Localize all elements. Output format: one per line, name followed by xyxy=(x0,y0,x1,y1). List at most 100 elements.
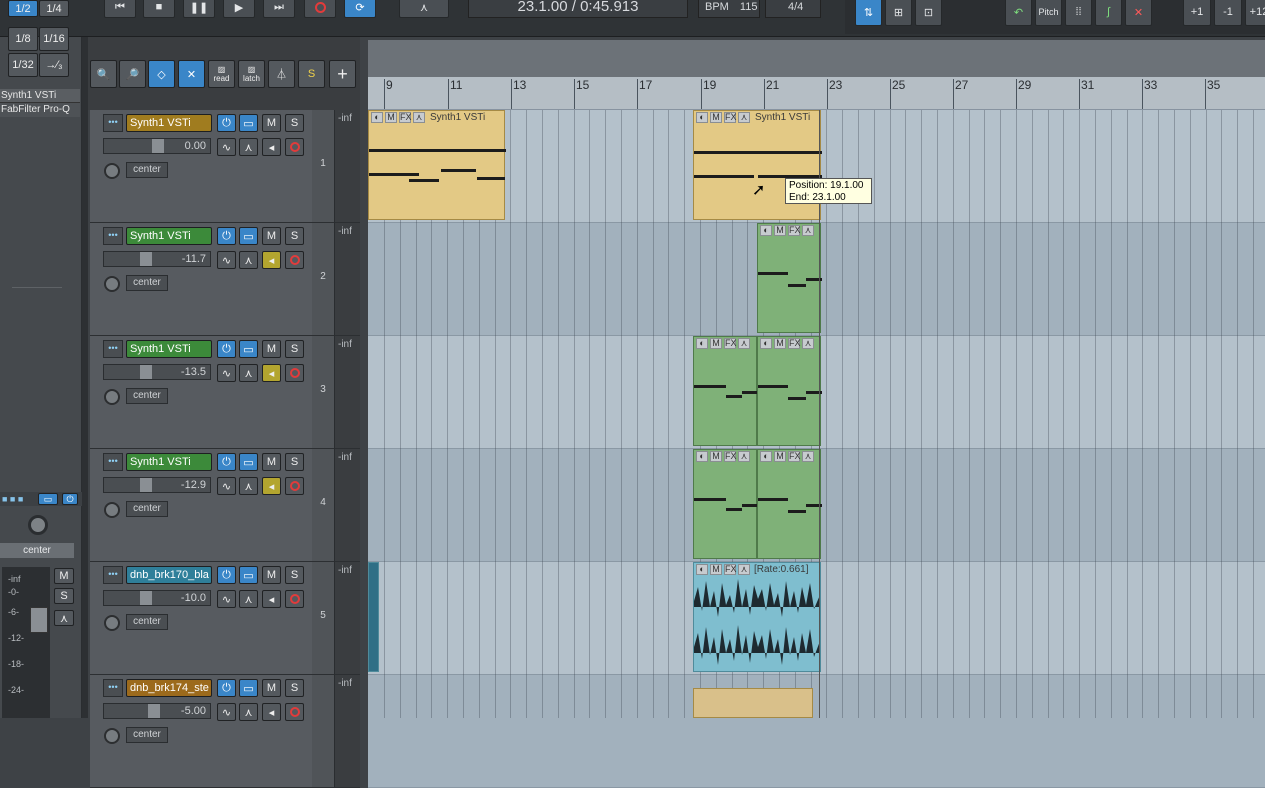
midi-item[interactable]: ◐ M FX ⋏ xyxy=(757,449,822,559)
fx-item-synth1[interactable]: Synth1 VSTi xyxy=(0,89,80,103)
track-record-arm-button[interactable] xyxy=(285,364,304,382)
track-number-column[interactable]: 3 xyxy=(312,336,334,449)
item-lock-icon[interactable]: ◐ xyxy=(696,338,708,349)
track-record-arm-button[interactable] xyxy=(285,590,304,608)
stretch-button[interactable]: ⁞⁞ xyxy=(1065,0,1092,26)
track-pan-knob[interactable] xyxy=(104,276,120,292)
envelope-button[interactable]: ⋏ xyxy=(399,0,449,18)
track-env-mode-button[interactable]: ⋏ xyxy=(239,364,258,382)
item-env-icon[interactable]: ⋏ xyxy=(802,225,814,236)
timesig-display[interactable]: 4/4 xyxy=(765,0,821,18)
track-monitor-button[interactable]: ◂ xyxy=(262,364,281,382)
track-lane[interactable] xyxy=(368,675,1265,788)
item-mute-button[interactable]: M xyxy=(385,112,397,123)
script-button[interactable]: S xyxy=(298,60,325,88)
track-volume-fader[interactable]: -5.00 xyxy=(103,703,211,719)
track-pan-value[interactable]: center xyxy=(126,727,168,743)
item-fx-button[interactable]: FX xyxy=(724,112,737,123)
track-pan-value[interactable]: center xyxy=(126,388,168,404)
audio-item[interactable] xyxy=(693,688,813,718)
item-mute-button[interactable]: M xyxy=(710,112,722,123)
zoom-in-button[interactable]: 🔍 xyxy=(90,60,117,88)
pause-button[interactable]: ❚❚ xyxy=(183,0,215,18)
grid-32nd-button[interactable]: 1/32 xyxy=(8,53,38,77)
track-solo-button[interactable]: S xyxy=(285,453,304,471)
track-monitor-button[interactable]: ◂ xyxy=(262,703,281,721)
track-pan-knob[interactable] xyxy=(104,389,120,405)
track-number-column[interactable]: 4 xyxy=(312,449,334,562)
play-button[interactable]: ▶ xyxy=(223,0,255,18)
track-route-button[interactable]: ▭ xyxy=(239,453,258,471)
track-solo-button[interactable]: S xyxy=(285,340,304,358)
midi-item[interactable]: ◐ M FX ⋏ xyxy=(693,449,758,559)
track-fx-button[interactable]: ⏻ xyxy=(217,679,236,697)
track-monitor-button[interactable]: ◂ xyxy=(262,138,281,156)
item-lock-icon[interactable]: ◐ xyxy=(760,451,772,462)
track-env-button[interactable]: ∿ xyxy=(217,251,236,269)
track-io-button[interactable]: ••• xyxy=(103,227,123,245)
track-solo-button[interactable]: S xyxy=(285,566,304,584)
fader-handle[interactable] xyxy=(140,478,152,492)
repeat-button[interactable]: ⟳ xyxy=(344,0,376,18)
track-number-column[interactable]: 2 xyxy=(312,223,334,336)
track-header[interactable]: ••• Synth1 VSTi ⏻ ▭ M S 0.00 ∿ ⋏ ◂ center xyxy=(90,110,312,223)
track-env-mode-button[interactable]: ⋏ xyxy=(239,590,258,608)
track-io-button[interactable]: ••• xyxy=(103,114,123,132)
time-select-button[interactable]: ✕ xyxy=(178,60,205,88)
midi-item[interactable]: ◐ M FX ⋏ xyxy=(693,336,758,446)
item-mute-button[interactable]: M xyxy=(710,564,722,575)
mcp-power-button[interactable]: ⏻ xyxy=(62,493,78,505)
fader-handle[interactable] xyxy=(140,591,152,605)
track-pan-value[interactable]: center xyxy=(126,162,168,178)
track-header[interactable]: ••• Synth1 VSTi ⏻ ▭ M S -12.9 ∿ ⋏ ◂ center xyxy=(90,449,312,562)
track-env-mode-button[interactable]: ⋏ xyxy=(239,251,258,269)
item-lock-icon[interactable]: ◐ xyxy=(371,112,383,123)
track-header[interactable]: ••• Synth1 VSTi ⏻ ▭ M S -11.7 ∿ ⋏ ◂ center xyxy=(90,223,312,336)
mcp-env-button[interactable]: ⋏ xyxy=(54,610,74,626)
plus1-button[interactable]: +1 xyxy=(1183,0,1211,26)
item-lock-icon[interactable]: ◐ xyxy=(760,225,772,236)
time-display[interactable]: 23.1.00 / 0:45.913 xyxy=(468,0,688,18)
grid-triplet-button[interactable]: →⁄₃ xyxy=(39,53,69,77)
midi-item[interactable]: ◐ M FX ⋏ Synth1 VSTi xyxy=(368,110,506,220)
audio-item[interactable] xyxy=(368,562,379,672)
track-pan-knob[interactable] xyxy=(104,502,120,518)
audio-item[interactable]: ◐ M FX ⋏ [Rate:0.661] xyxy=(693,562,821,672)
track-env-button[interactable]: ∿ xyxy=(217,477,236,495)
track-env-button[interactable]: ∿ xyxy=(217,590,236,608)
item-fx-button[interactable]: FX xyxy=(724,564,737,575)
track-pan-value[interactable]: center xyxy=(126,501,168,517)
zoom-out-button[interactable]: 🔎 xyxy=(119,60,146,88)
autoxfade-button[interactable]: ∫ xyxy=(1095,0,1122,26)
track-pan-value[interactable]: center xyxy=(126,275,168,291)
mcp-pan-value[interactable]: center xyxy=(0,543,74,558)
track-route-button[interactable]: ▭ xyxy=(239,566,258,584)
item-fx-button[interactable]: FX xyxy=(788,225,801,236)
track-env-button[interactable]: ∿ xyxy=(217,364,236,382)
item-env-icon[interactable]: ⋏ xyxy=(802,338,814,349)
track-monitor-button[interactable]: ◂ xyxy=(262,477,281,495)
track-route-button[interactable]: ▭ xyxy=(239,114,258,132)
track-header[interactable]: ••• Synth1 VSTi ⏻ ▭ M S -13.5 ∿ ⋏ ◂ center xyxy=(90,336,312,449)
track-env-mode-button[interactable]: ⋏ xyxy=(239,138,258,156)
track-pan-value[interactable]: center xyxy=(126,614,168,630)
track-pan-knob[interactable] xyxy=(104,163,120,179)
minus1-button[interactable]: -1 xyxy=(1214,0,1242,26)
track-monitor-button[interactable]: ◂ xyxy=(262,251,281,269)
item-env-icon[interactable]: ⋏ xyxy=(738,112,750,123)
item-fx-button[interactable]: FX xyxy=(788,338,801,349)
midi-item[interactable]: ◐ M FX ⋏ xyxy=(757,336,822,446)
mcp-solo-button[interactable]: S xyxy=(54,588,74,604)
track-mute-button[interactable]: M xyxy=(262,227,281,245)
grid-eighth-button[interactable]: 1/8 xyxy=(8,27,38,51)
track-pan-knob[interactable] xyxy=(104,728,120,744)
track-name[interactable]: Synth1 VSTi xyxy=(126,227,212,245)
track-number-column[interactable]: 5 xyxy=(312,562,334,675)
item-mute-button[interactable]: M xyxy=(710,338,722,349)
remove-fade-button[interactable]: ✕ xyxy=(1125,0,1152,26)
track-route-button[interactable]: ▭ xyxy=(239,679,258,697)
track-record-arm-button[interactable] xyxy=(285,477,304,495)
forward-button[interactable]: ⏭ xyxy=(263,0,295,18)
track-name[interactable]: Synth1 VSTi xyxy=(126,340,212,358)
track-volume-fader[interactable]: -12.9 xyxy=(103,477,211,493)
